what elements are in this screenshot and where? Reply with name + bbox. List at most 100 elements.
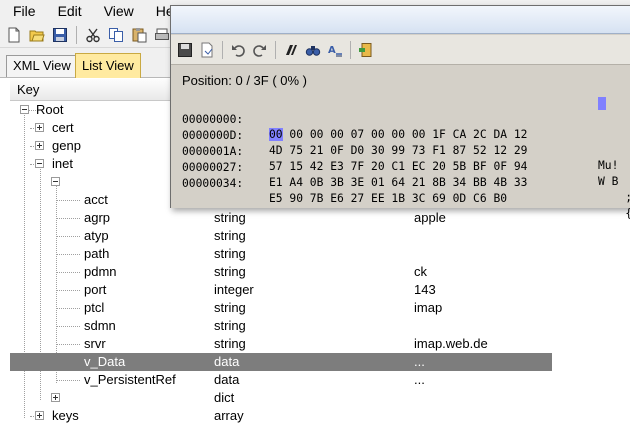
hex-bytes[interactable]: 57 15 42 E3 7F 20 C1 EC 20 5B BF 0F 94 <box>269 159 527 174</box>
hex-ascii[interactable]: ; <box>598 190 630 205</box>
tree-row-pdmn[interactable]: pdmn string ck <box>10 263 552 281</box>
row-type: string <box>214 246 246 261</box>
row-key: acct <box>84 192 108 207</box>
hex-editor-titlebar[interactable] <box>171 6 630 34</box>
hex-view[interactable]: Position: 0 / 3F ( 0% ) 00000000: 00 00 … <box>171 66 630 220</box>
hex-bytes[interactable]: 00 00 00 00 07 00 00 00 1F CA 2C DA 12 <box>269 127 527 142</box>
tree-row-agrp[interactable]: agrp string apple <box>10 209 552 227</box>
hex-editor-toolbar: A <box>171 35 630 65</box>
column-key: Key <box>17 82 40 97</box>
tree-row-ptcl[interactable]: ptcl string imap <box>10 299 552 317</box>
row-key: keys <box>52 408 79 423</box>
tab-xml-view[interactable]: XML View <box>6 55 78 77</box>
hex-row: 0000001A: 57 15 42 E3 7F 20 C1 EC 20 5B … <box>182 129 618 188</box>
row-type: string <box>214 264 246 279</box>
row-value: ... <box>414 372 425 387</box>
tree-row-keys[interactable]: keys array <box>10 407 552 425</box>
row-value: apple <box>414 210 446 225</box>
row-type: integer <box>214 282 254 297</box>
row-key: genp <box>52 138 81 153</box>
tree-row-path[interactable]: path string <box>10 245 552 263</box>
save-icon[interactable] <box>175 40 195 60</box>
hex-bytes[interactable]: E5 90 7B E6 27 EE 1B 3C 69 0D C6 B0 <box>269 191 507 206</box>
undo-icon[interactable] <box>228 40 248 60</box>
row-type: data <box>214 354 240 369</box>
redo-icon[interactable] <box>250 40 270 60</box>
collapse-toggle[interactable] <box>20 105 29 114</box>
row-key: ptcl <box>84 300 105 315</box>
tree-row-port[interactable]: port integer 143 <box>10 281 552 299</box>
row-key: v_Data <box>84 354 126 369</box>
document-icon[interactable] <box>197 40 217 60</box>
row-key: Root <box>36 102 64 117</box>
copy-icon[interactable] <box>106 25 126 45</box>
tree-row-v-persistentref[interactable]: v_PersistentRef data ... <box>10 371 552 389</box>
find-icon[interactable] <box>303 40 323 60</box>
tree-row-atyp[interactable]: atyp string <box>10 227 552 245</box>
position-readout: Position: 0 / 3F ( 0% ) <box>182 73 307 88</box>
tree-row-dict[interactable]: dict <box>10 389 552 407</box>
row-type: string <box>214 228 246 243</box>
hex-row: 00000027: E1 A4 0B 3B 3E 01 64 21 8B 34 … <box>182 145 630 204</box>
row-value: imap.web.de <box>414 336 488 351</box>
row-key: cert <box>52 120 74 135</box>
expand-toggle[interactable] <box>51 393 60 402</box>
open-folder-icon[interactable] <box>27 25 47 45</box>
row-value: imap <box>414 300 443 315</box>
hex-ascii[interactable]: Mu! <box>598 158 618 173</box>
expand-toggle[interactable] <box>35 123 44 132</box>
hex-cursor: 00 <box>269 128 283 141</box>
row-key: port <box>84 282 107 297</box>
tree-row-v-data[interactable]: v_Data data ... <box>10 353 552 371</box>
cut-icon[interactable] <box>83 25 103 45</box>
expand-toggle[interactable] <box>35 141 44 150</box>
hex-editor-window[interactable]: A Position: 0 / 3F ( 0% ) 00000000: 00 0… <box>170 5 630 220</box>
svg-text:A: A <box>328 45 336 56</box>
paste-icon[interactable] <box>129 25 149 45</box>
new-file-icon[interactable] <box>4 25 24 45</box>
hex-bytes-rest: 00 00 00 07 00 00 00 1F CA 2C DA 12 <box>282 128 528 141</box>
row-key: srvr <box>84 336 106 351</box>
row-key: v_PersistentRef <box>84 372 176 387</box>
row-type: string <box>214 300 246 315</box>
hex-row: 00000034: E5 90 7B E6 27 EE 1B 3C 69 0D … <box>182 161 630 220</box>
row-key: pdmn <box>84 264 117 279</box>
tree-row-sdmn[interactable]: sdmn string <box>10 317 552 335</box>
menu-view[interactable]: View <box>91 0 143 22</box>
hex-bytes[interactable]: E1 A4 0B 3B 3E 01 64 21 8B 34 BB 4B 33 <box>269 175 527 190</box>
toolbar-separator <box>275 40 276 59</box>
toolbar-separator <box>222 40 223 59</box>
find-replace-icon[interactable]: A <box>325 40 345 60</box>
row-type: data <box>214 372 240 387</box>
row-type: array <box>214 408 244 423</box>
goto-icon[interactable] <box>281 40 301 60</box>
toolbar-separator <box>350 40 351 59</box>
tab-list-view[interactable]: List View <box>75 53 141 78</box>
row-value: ck <box>414 264 427 279</box>
row-value: 143 <box>414 282 436 297</box>
row-type: string <box>214 336 246 351</box>
row-key: path <box>84 246 110 261</box>
row-key: atyp <box>84 228 109 243</box>
collapse-toggle[interactable] <box>35 159 44 168</box>
print-icon[interactable] <box>152 25 172 45</box>
hex-row: 00000000: 00 00 00 00 07 00 00 00 1F CA … <box>182 97 527 141</box>
menu-edit[interactable]: Edit <box>45 0 91 22</box>
hex-row: 0000000D: 4D 75 21 0F D0 30 99 73 F1 87 … <box>182 113 618 172</box>
expand-toggle[interactable] <box>35 411 44 420</box>
row-type: dict <box>214 390 235 405</box>
exit-icon[interactable] <box>356 40 376 60</box>
hex-ascii[interactable]: W B <box>598 174 618 189</box>
tree-row-srvr[interactable]: srvr string imap.web.de <box>10 335 552 353</box>
row-key: sdmn <box>84 318 116 333</box>
hex-ascii[interactable]: { <box>598 206 630 221</box>
row-value: ... <box>414 354 425 369</box>
row-key: inet <box>52 156 73 171</box>
save-icon[interactable] <box>50 25 70 45</box>
toolbar-separator <box>76 25 77 44</box>
row-type: string <box>214 318 246 333</box>
collapse-toggle[interactable] <box>51 177 60 186</box>
hex-offset: 00000034: <box>182 177 244 190</box>
hex-bytes[interactable]: 4D 75 21 0F D0 30 99 73 F1 87 52 12 29 <box>269 143 527 158</box>
menu-file[interactable]: File <box>0 0 45 22</box>
